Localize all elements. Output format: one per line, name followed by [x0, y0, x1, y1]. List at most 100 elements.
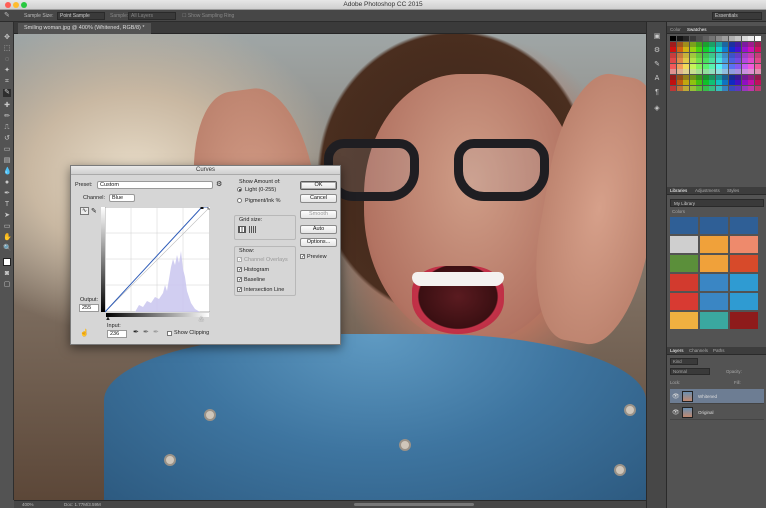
document-tab[interactable]: Smiling woman.jpg @ 400% (Whitened, RGB/…: [18, 23, 151, 34]
tab-libraries[interactable]: Libraries: [670, 188, 687, 193]
swatch[interactable]: [676, 74, 683, 80]
swatch[interactable]: [728, 41, 735, 47]
healing-brush-tool-icon[interactable]: ✚: [3, 102, 11, 110]
swatch[interactable]: [741, 69, 748, 74]
swatch[interactable]: [741, 41, 748, 47]
swatch[interactable]: [689, 85, 696, 91]
character-panel-icon[interactable]: A: [652, 74, 662, 84]
blend-mode-select[interactable]: Normal: [670, 368, 710, 375]
swatch[interactable]: [715, 41, 722, 47]
swatch[interactable]: [735, 52, 741, 58]
swatch[interactable]: [676, 47, 683, 52]
swatch[interactable]: [748, 74, 754, 80]
swatch[interactable]: [696, 58, 702, 63]
brush-tool-icon[interactable]: ✏: [3, 113, 11, 121]
swatch[interactable]: [741, 80, 748, 85]
swatch[interactable]: [722, 63, 728, 69]
show-sampling-ring-checkbox[interactable]: ☐ Show Sampling Ring: [182, 13, 234, 19]
swatch[interactable]: [754, 52, 761, 58]
swatch[interactable]: [735, 74, 741, 80]
layer-row-original[interactable]: 👁 Original: [670, 405, 764, 420]
swatch[interactable]: [670, 69, 676, 74]
swatch[interactable]: [670, 41, 676, 47]
swatch[interactable]: [676, 63, 683, 69]
swatch[interactable]: [702, 52, 709, 58]
swatch[interactable]: [728, 74, 735, 80]
shape-tool-icon[interactable]: ▭: [3, 223, 11, 231]
type-tool-icon[interactable]: T: [3, 201, 11, 209]
swatch[interactable]: [683, 47, 689, 52]
swatch[interactable]: [722, 41, 728, 47]
swatch[interactable]: [670, 63, 676, 69]
history-brush-tool-icon[interactable]: ↺: [3, 135, 11, 143]
swatch[interactable]: [709, 58, 715, 63]
swatch[interactable]: [741, 36, 748, 41]
swatch[interactable]: [754, 36, 761, 41]
swatch[interactable]: [754, 63, 761, 69]
path-select-tool-icon[interactable]: ➤: [3, 212, 11, 220]
intersection-line-checkbox[interactable]: ✓: [237, 287, 242, 293]
swatch[interactable]: [748, 58, 754, 63]
tab-paths[interactable]: Paths: [713, 348, 725, 353]
swatch[interactable]: [741, 52, 748, 58]
tab-swatches[interactable]: Swatches: [687, 27, 707, 32]
swatch[interactable]: [709, 36, 715, 41]
swatch[interactable]: [676, 80, 683, 85]
simple-grid-icon[interactable]: [238, 226, 246, 233]
swatch[interactable]: [741, 85, 748, 91]
swatch[interactable]: [696, 85, 702, 91]
swatch[interactable]: [696, 69, 702, 74]
library-color-swatch[interactable]: [670, 236, 698, 253]
swatch[interactable]: [741, 58, 748, 63]
tab-adjustments[interactable]: Adjustments: [695, 188, 720, 193]
swatch[interactable]: [748, 69, 754, 74]
library-color-swatch[interactable]: [700, 293, 728, 310]
swatch[interactable]: [683, 41, 689, 47]
swatch[interactable]: [722, 74, 728, 80]
library-color-swatch[interactable]: [730, 236, 758, 253]
histogram-checkbox[interactable]: ✓: [237, 267, 242, 273]
swatch[interactable]: [676, 85, 683, 91]
library-color-swatch[interactable]: [700, 255, 728, 272]
swatch[interactable]: [670, 36, 676, 41]
swatch[interactable]: [722, 36, 728, 41]
swatch[interactable]: [683, 58, 689, 63]
channel-overlays-checkbox[interactable]: ✓: [237, 257, 242, 263]
swatch[interactable]: [696, 80, 702, 85]
swatch[interactable]: [709, 52, 715, 58]
swatch[interactable]: [728, 36, 735, 41]
swatch[interactable]: [754, 85, 761, 91]
smooth-button[interactable]: Smooth: [300, 210, 337, 219]
swatch[interactable]: [670, 47, 676, 52]
library-color-swatch[interactable]: [670, 312, 698, 329]
swatch[interactable]: [722, 85, 728, 91]
swatch[interactable]: [696, 52, 702, 58]
library-select[interactable]: My Library: [670, 199, 764, 207]
screen-mode-icon[interactable]: ▢: [3, 281, 11, 289]
swatch[interactable]: [735, 36, 741, 41]
swatch[interactable]: [722, 58, 728, 63]
blur-tool-icon[interactable]: 💧: [3, 168, 12, 176]
swatch[interactable]: [741, 47, 748, 52]
clone-stamp-tool-icon[interactable]: ⎍: [3, 124, 11, 132]
library-color-swatch[interactable]: [670, 293, 698, 310]
swatch[interactable]: [728, 58, 735, 63]
swatch[interactable]: [728, 47, 735, 52]
draw-pencil-icon[interactable]: ✎: [91, 207, 97, 215]
swatch[interactable]: [683, 85, 689, 91]
swatch[interactable]: [683, 52, 689, 58]
move-tool-icon[interactable]: ✥: [3, 34, 11, 42]
swatch[interactable]: [689, 47, 696, 52]
crop-tool-icon[interactable]: ⌗: [3, 78, 11, 86]
swatch[interactable]: [702, 63, 709, 69]
curves-graph[interactable]: [105, 207, 210, 312]
swatch[interactable]: [748, 85, 754, 91]
swatch[interactable]: [702, 74, 709, 80]
swatch[interactable]: [735, 85, 741, 91]
detailed-grid-icon[interactable]: [249, 226, 257, 233]
3d-panel-icon[interactable]: ◈: [652, 104, 662, 114]
swatch[interactable]: [735, 63, 741, 69]
swatch[interactable]: [748, 36, 754, 41]
black-point-eyedropper-icon[interactable]: ✒: [133, 328, 139, 336]
edit-points-curve-icon[interactable]: ∿: [80, 207, 89, 215]
